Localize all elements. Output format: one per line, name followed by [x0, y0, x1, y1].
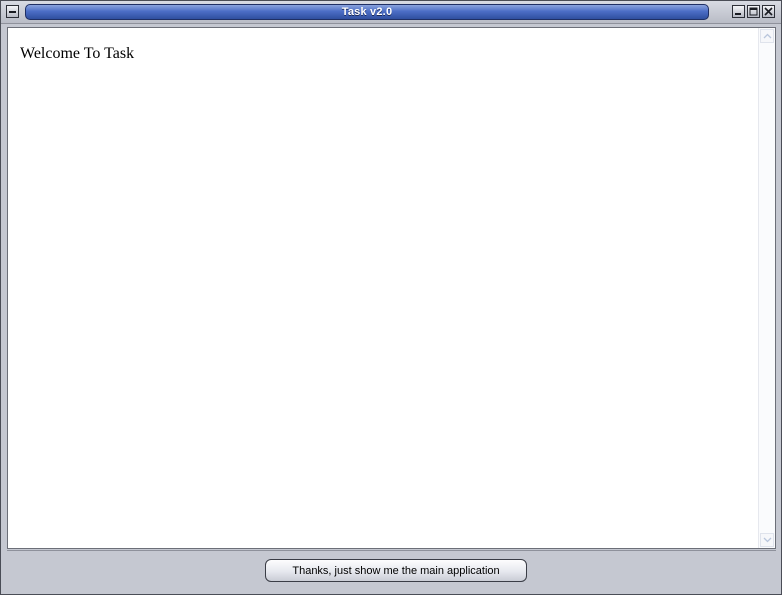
maximize-icon[interactable]	[747, 5, 760, 18]
minimize-icon[interactable]	[732, 5, 745, 18]
welcome-panel: Welcome To Task	[7, 27, 776, 549]
scroll-down-arrow-icon[interactable]	[760, 533, 774, 547]
show-main-application-button[interactable]: Thanks, just show me the main applicatio…	[265, 559, 527, 582]
vertical-scrollbar[interactable]	[758, 28, 775, 548]
application-window: Task v2.0 Welcome To Task Thanks, just s…	[0, 0, 782, 595]
title-bar[interactable]: Task v2.0	[1, 1, 781, 24]
footer-bar: Thanks, just show me the main applicatio…	[7, 550, 776, 590]
scroll-up-arrow-icon[interactable]	[760, 29, 774, 43]
window-title: Task v2.0	[341, 6, 393, 18]
window-controls	[732, 5, 775, 18]
close-icon[interactable]	[762, 5, 775, 18]
window-menu-icon[interactable]	[6, 5, 19, 18]
welcome-text: Welcome To Task	[20, 45, 135, 62]
title-pill: Task v2.0	[25, 4, 709, 20]
